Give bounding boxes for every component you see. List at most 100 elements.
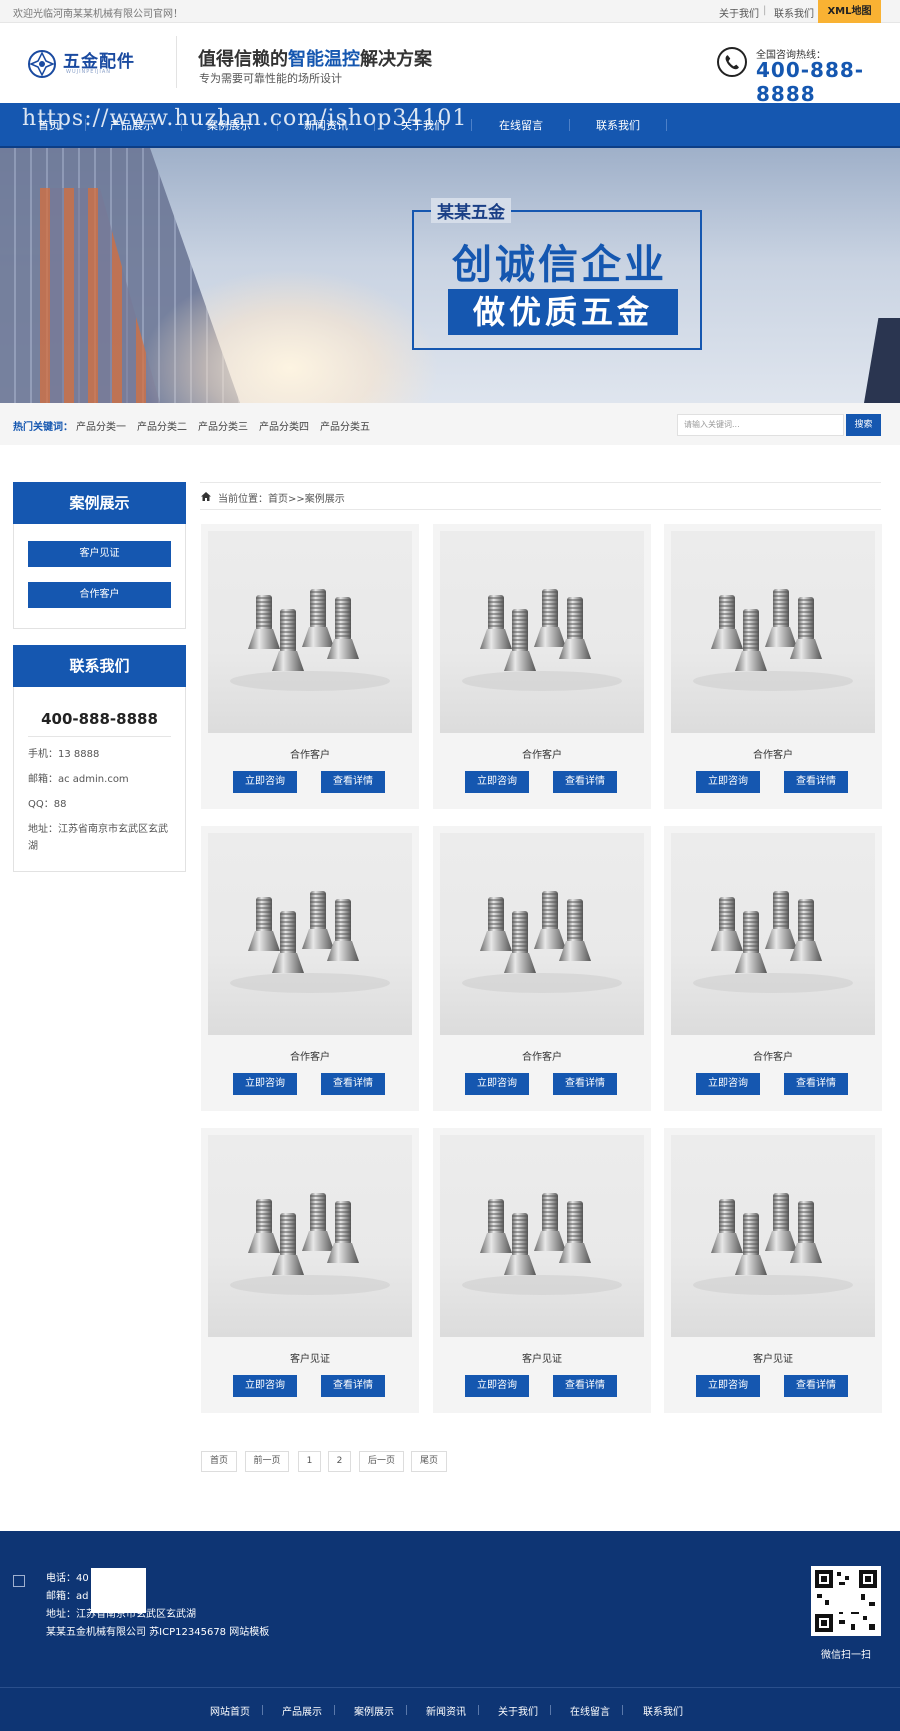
footer: 电话：40 邮箱：ad a.com 地址：江苏省南京市玄武区玄武湖 某某五金机械… bbox=[0, 1531, 900, 1731]
case-title[interactable]: 合作客户 bbox=[201, 746, 419, 761]
keyword-link[interactable]: 产品分类四 bbox=[259, 418, 309, 433]
footer-logo-icon bbox=[13, 1575, 25, 1587]
qr-code-icon bbox=[811, 1566, 881, 1636]
case-title[interactable]: 客户见证 bbox=[664, 1350, 882, 1365]
case-title[interactable]: 合作客户 bbox=[664, 746, 882, 761]
consult-button[interactable]: 立即咨询 bbox=[696, 771, 760, 793]
case-image[interactable] bbox=[671, 531, 875, 733]
details-button[interactable]: 查看详情 bbox=[784, 1375, 848, 1397]
nav-item-cases[interactable]: 案例展示 bbox=[207, 117, 251, 133]
keyword-link[interactable]: 产品分类五 bbox=[320, 418, 370, 433]
case-image[interactable] bbox=[671, 833, 875, 1035]
case-title[interactable]: 合作客户 bbox=[201, 1048, 419, 1063]
case-title[interactable]: 合作客户 bbox=[433, 746, 651, 761]
keyword-link[interactable]: 产品分类一 bbox=[76, 418, 126, 433]
case-image[interactable] bbox=[208, 531, 412, 733]
case-card[interactable]: 客户见证立即咨询 查看详情 bbox=[664, 1128, 882, 1413]
sidebar-mobile: 手机：13 8888 bbox=[28, 749, 100, 760]
page-first[interactable]: 首页 bbox=[201, 1451, 237, 1472]
case-card[interactable]: 合作客户立即咨询 查看详情 bbox=[433, 524, 651, 809]
consult-button[interactable]: 立即咨询 bbox=[465, 1073, 529, 1095]
nav-item-contact[interactable]: 联系我们 bbox=[596, 117, 640, 133]
banner-subheadline: 做优质五金 bbox=[448, 289, 678, 335]
page-last[interactable]: 尾页 bbox=[411, 1451, 447, 1472]
breadcrumb-text[interactable]: 当前位置：首页>>案例展示 bbox=[218, 490, 345, 505]
details-button[interactable]: 查看详情 bbox=[553, 1073, 617, 1095]
case-card[interactable]: 客户见证立即咨询 查看详情 bbox=[201, 1128, 419, 1413]
keyword-link[interactable]: 产品分类二 bbox=[137, 418, 187, 433]
keyword-link[interactable]: 产品分类三 bbox=[198, 418, 248, 433]
sidebar-contact-title: 联系我们 bbox=[13, 645, 186, 687]
footer-nav-about[interactable]: 关于我们 bbox=[498, 1703, 538, 1718]
search-button[interactable]: 搜索 bbox=[846, 414, 881, 436]
logo-subtext: WUJINPEIJIAN bbox=[66, 69, 112, 75]
qr-label: 微信扫一扫 bbox=[821, 1650, 871, 1661]
details-button[interactable]: 查看详情 bbox=[553, 771, 617, 793]
nav-divider bbox=[374, 119, 375, 131]
case-image[interactable] bbox=[440, 833, 644, 1035]
footer-nav-products[interactable]: 产品展示 bbox=[282, 1703, 322, 1718]
nav-divider bbox=[471, 119, 472, 131]
footer-nav-message[interactable]: 在线留言 bbox=[570, 1703, 610, 1718]
footer-nav-divider bbox=[550, 1705, 551, 1715]
sidebar-item-partners[interactable]: 合作客户 bbox=[28, 582, 171, 608]
case-card[interactable]: 合作客户立即咨询 查看详情 bbox=[201, 524, 419, 809]
footer-nav-cases[interactable]: 案例展示 bbox=[354, 1703, 394, 1718]
sidebar-item-testimonials[interactable]: 客户见证 bbox=[28, 541, 171, 567]
case-image[interactable] bbox=[440, 531, 644, 733]
page-next[interactable]: 后一页 bbox=[359, 1451, 404, 1472]
case-image[interactable] bbox=[208, 1135, 412, 1337]
page: 欢迎光临河南某某机械有限公司官网！ 关于我们 | 联系我们 XML地图 五金配件… bbox=[0, 0, 900, 1731]
page-2[interactable]: 2 bbox=[328, 1451, 351, 1472]
page-1[interactable]: 1 bbox=[298, 1451, 321, 1472]
nav-divider bbox=[666, 119, 667, 131]
case-title[interactable]: 合作客户 bbox=[664, 1048, 882, 1063]
case-card[interactable]: 合作客户立即咨询 查看详情 bbox=[664, 524, 882, 809]
details-button[interactable]: 查看详情 bbox=[321, 1073, 385, 1095]
footer-nav-home[interactable]: 网站首页 bbox=[210, 1703, 250, 1718]
details-button[interactable]: 查看详情 bbox=[553, 1375, 617, 1397]
slogan-post: 解决方案 bbox=[360, 49, 432, 70]
consult-button[interactable]: 立即咨询 bbox=[233, 771, 297, 793]
xml-sitemap-button[interactable]: XML地图 bbox=[818, 0, 881, 23]
footer-nav-divider bbox=[478, 1705, 479, 1715]
case-card[interactable]: 合作客户立即咨询 查看详情 bbox=[433, 826, 651, 1111]
consult-button[interactable]: 立即咨询 bbox=[696, 1375, 760, 1397]
hero-banner[interactable]: 某某五金 创诚信企业 做优质五金 bbox=[0, 148, 900, 403]
details-button[interactable]: 查看详情 bbox=[784, 771, 848, 793]
top-link-about[interactable]: 关于我们 bbox=[719, 5, 759, 20]
nav-item-message[interactable]: 在线留言 bbox=[499, 117, 543, 133]
footer-nav-contact[interactable]: 联系我们 bbox=[643, 1703, 683, 1718]
case-title[interactable]: 合作客户 bbox=[433, 1048, 651, 1063]
nav-item-home[interactable]: 首页 bbox=[38, 117, 60, 133]
footer-copyright: 某某五金机械有限公司 苏ICP12345678 网站模板 bbox=[46, 1627, 270, 1638]
footer-divider bbox=[0, 1687, 900, 1688]
logo-icon[interactable] bbox=[27, 49, 57, 79]
consult-button[interactable]: 立即咨询 bbox=[465, 771, 529, 793]
nav-divider bbox=[277, 119, 278, 131]
case-card[interactable]: 合作客户立即咨询 查看详情 bbox=[201, 826, 419, 1111]
consult-button[interactable]: 立即咨询 bbox=[696, 1073, 760, 1095]
details-button[interactable]: 查看详情 bbox=[321, 1375, 385, 1397]
case-image[interactable] bbox=[440, 1135, 644, 1337]
nav-item-products[interactable]: 产品展示 bbox=[110, 117, 154, 133]
case-card[interactable]: 客户见证立即咨询 查看详情 bbox=[433, 1128, 651, 1413]
page-prev[interactable]: 前一页 bbox=[245, 1451, 289, 1472]
details-button[interactable]: 查看详情 bbox=[321, 771, 385, 793]
keyword-bar: 热门关键词： 产品分类一 产品分类二 产品分类三 产品分类四 产品分类五 请输入… bbox=[0, 403, 900, 445]
search-input[interactable]: 请输入关键词... bbox=[677, 414, 844, 436]
nav-item-news[interactable]: 新闻资讯 bbox=[304, 117, 348, 133]
case-title[interactable]: 客户见证 bbox=[433, 1350, 651, 1365]
details-button[interactable]: 查看详情 bbox=[784, 1073, 848, 1095]
consult-button[interactable]: 立即咨询 bbox=[233, 1073, 297, 1095]
consult-button[interactable]: 立即咨询 bbox=[465, 1375, 529, 1397]
case-image[interactable] bbox=[671, 1135, 875, 1337]
top-divider: | bbox=[763, 5, 767, 16]
case-card[interactable]: 合作客户立即咨询 查看详情 bbox=[664, 826, 882, 1111]
nav-item-about[interactable]: 关于我们 bbox=[401, 117, 445, 133]
case-title[interactable]: 客户见证 bbox=[201, 1350, 419, 1365]
top-link-contact[interactable]: 联系我们 bbox=[774, 5, 814, 20]
case-image[interactable] bbox=[208, 833, 412, 1035]
footer-nav-news[interactable]: 新闻资讯 bbox=[426, 1703, 466, 1718]
consult-button[interactable]: 立即咨询 bbox=[233, 1375, 297, 1397]
